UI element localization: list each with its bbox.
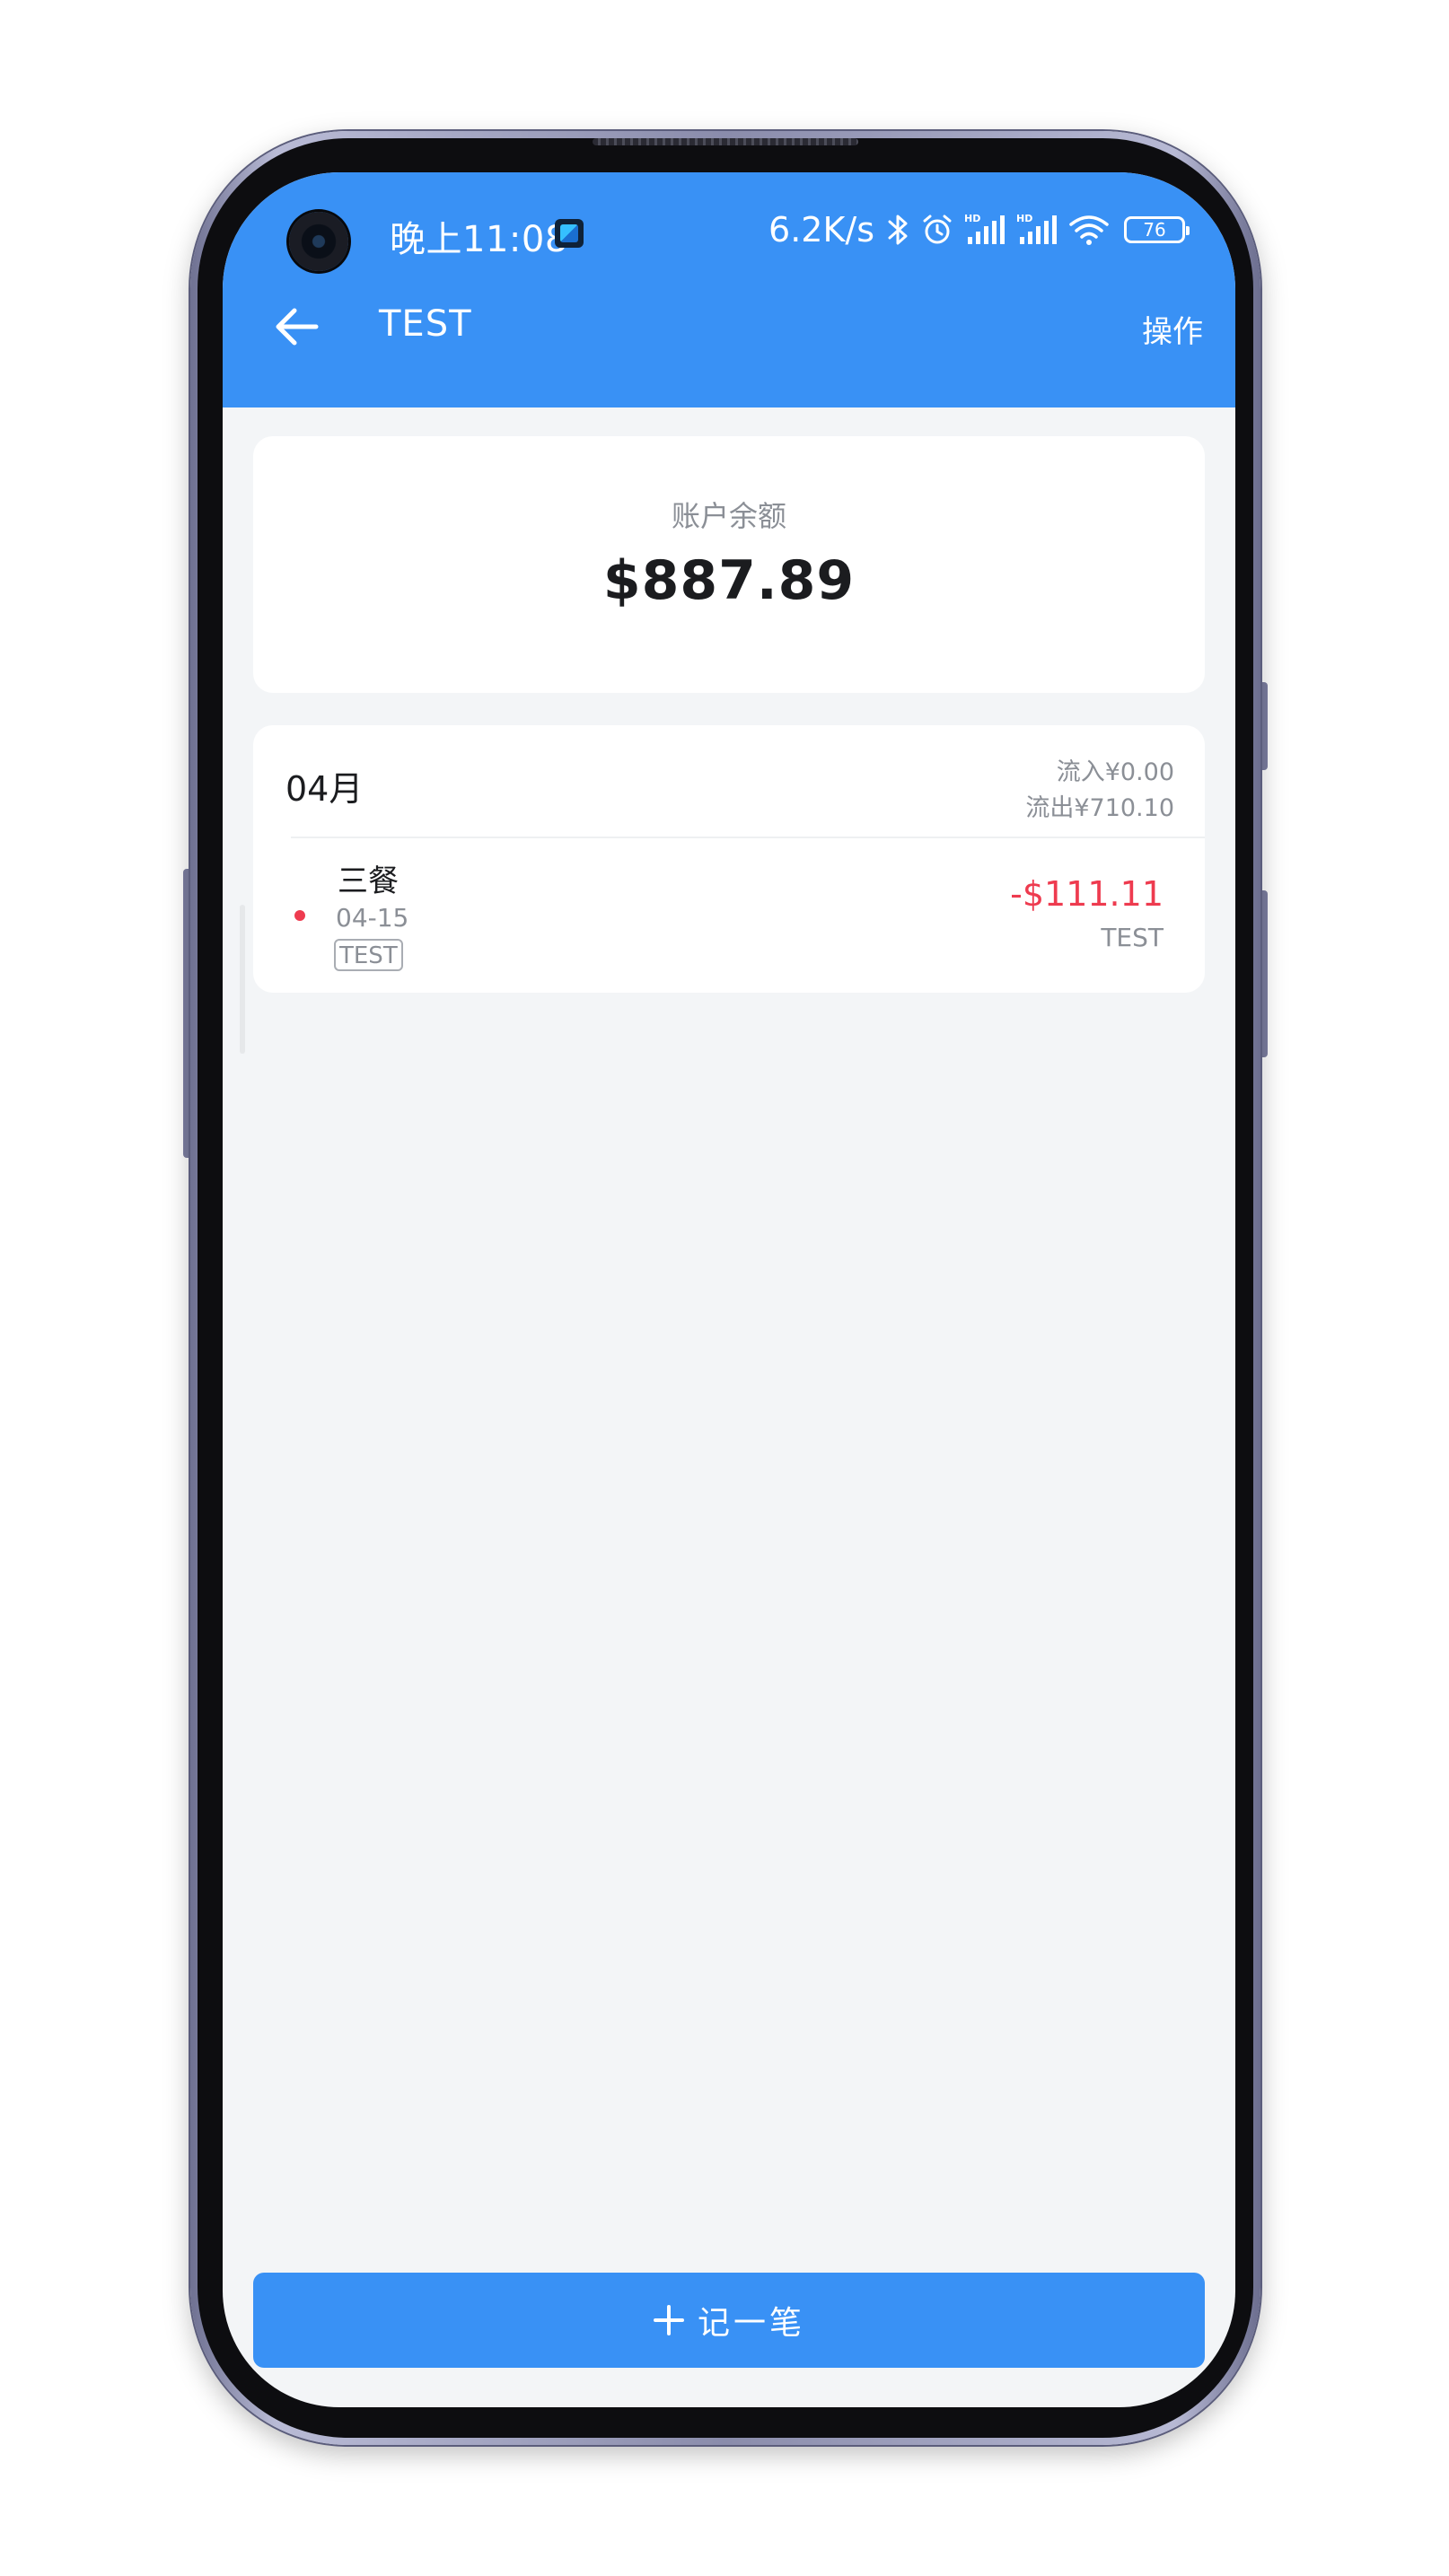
network-speed: 6.2K/s (768, 210, 874, 250)
app-bar: 晚上11:08 6.2K/s HD HD 76 TEST 操作 (223, 172, 1235, 407)
plus-icon (653, 2304, 685, 2336)
status-time: 晚上11:08 (390, 219, 568, 260)
transaction-category: 三餐 (338, 863, 399, 899)
transaction-date: 04-15 (336, 903, 409, 933)
svg-text:HD: HD (1016, 213, 1032, 224)
transaction-tag: TEST (334, 939, 403, 971)
battery-level: 76 (1143, 219, 1166, 241)
balance-label: 账户余额 (671, 499, 786, 533)
add-record-button[interactable]: 记一笔 (253, 2273, 1205, 2368)
bluetooth-icon (887, 212, 910, 248)
notification-app-icon (555, 219, 584, 248)
operation-menu-button[interactable]: 操作 (1142, 307, 1203, 351)
hd-signal-icon: HD (1016, 212, 1059, 248)
arrow-left-icon (276, 308, 319, 346)
month-label: 04月 (285, 769, 364, 809)
phone-screen: 晚上11:08 6.2K/s HD HD 76 TEST 操作 账户余额 $88… (223, 172, 1235, 2407)
device-frame: 晚上11:08 6.2K/s HD HD 76 TEST 操作 账户余额 $88… (0, 0, 1449, 2576)
transaction-amount: -$111.11 (1010, 874, 1164, 914)
transaction-row[interactable]: 三餐 04-15 TEST -$111.11 TEST (253, 838, 1205, 993)
balance-card: 账户余额 $887.89 (253, 436, 1205, 693)
month-inflow: 流入¥0.00 (1056, 758, 1174, 786)
transaction-account: TEST (1101, 923, 1164, 952)
expense-dot-icon (294, 910, 305, 921)
month-group-card: 04月 流入¥0.00 流出¥710.10 三餐 04-15 TEST -$11… (253, 725, 1205, 993)
svg-text:HD: HD (964, 213, 980, 224)
hd-signal-icon: HD (964, 212, 1007, 248)
page-title: TEST (379, 303, 472, 345)
earpiece-speaker (593, 138, 858, 145)
alarm-icon (919, 212, 955, 248)
month-outflow: 流出¥710.10 (1025, 794, 1174, 822)
status-icons: 6.2K/s HD HD 76 (768, 208, 1190, 251)
add-record-label: 记一笔 (697, 2305, 805, 2342)
front-camera (289, 212, 348, 271)
edge-scroll-indicator (240, 905, 245, 1054)
back-button[interactable] (269, 300, 323, 354)
battery-icon: 76 (1124, 216, 1190, 243)
balance-value: $887.89 (602, 549, 856, 612)
wifi-icon (1068, 212, 1110, 248)
